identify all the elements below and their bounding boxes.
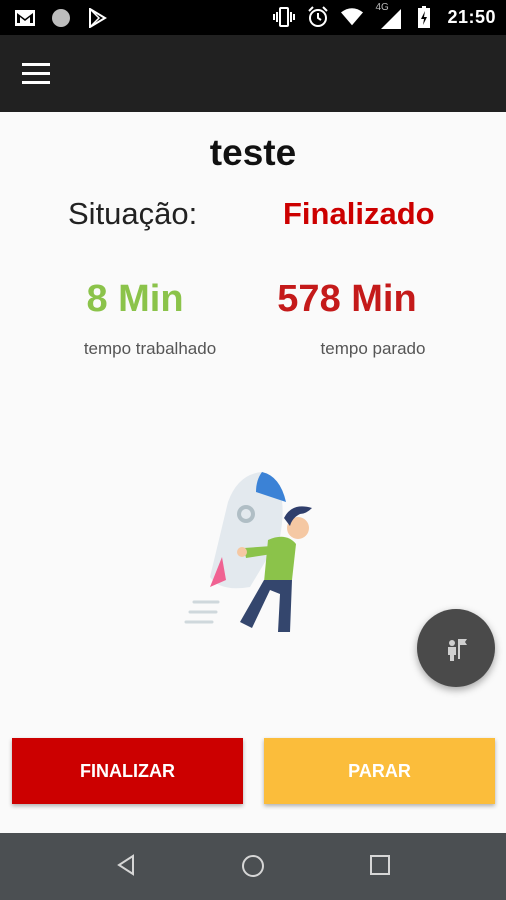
back-icon (117, 854, 134, 876)
clock: 21:50 (447, 6, 496, 27)
worked-time-value: 8 Min (86, 278, 184, 320)
worked-time-label: tempo trabalhado (83, 339, 217, 358)
status-value: Finalizado (283, 196, 435, 231)
rocket-runner-illustration (184, 472, 312, 632)
vibrate-icon (273, 6, 296, 28)
recents-button[interactable] (368, 853, 396, 881)
network-type: 4G (375, 2, 389, 13)
hamburger-menu-icon (22, 63, 50, 84)
stopped-time-label: tempo parado (320, 339, 426, 358)
app-bar (0, 35, 506, 112)
status-label: Situação: (68, 196, 198, 231)
finalize-button[interactable]: FINALIZAR (12, 738, 243, 804)
person-flag-icon (448, 639, 467, 661)
play-store-icon (86, 7, 108, 29)
home-icon (242, 855, 264, 877)
stopped-time-value: 578 Min (277, 278, 417, 320)
gmail-icon (14, 7, 36, 29)
page-title: teste (209, 132, 297, 173)
home-button[interactable] (240, 853, 268, 881)
navigation-bar (0, 833, 506, 900)
battery-icon (413, 6, 435, 28)
recents-icon (370, 855, 390, 875)
floating-action-button[interactable] (417, 609, 495, 687)
status-left-icons (14, 7, 108, 29)
alarm-icon (307, 6, 329, 28)
back-button[interactable] (114, 853, 142, 881)
circle-notification-icon (50, 7, 72, 29)
stop-button[interactable]: PARAR (264, 738, 495, 804)
status-right-icons: 4G 21:50 (273, 2, 496, 29)
signal-icon: 4G (375, 2, 402, 29)
menu-button[interactable] (22, 59, 58, 89)
status-bar: 4G 21:50 (0, 0, 506, 35)
wifi-icon (341, 6, 364, 28)
